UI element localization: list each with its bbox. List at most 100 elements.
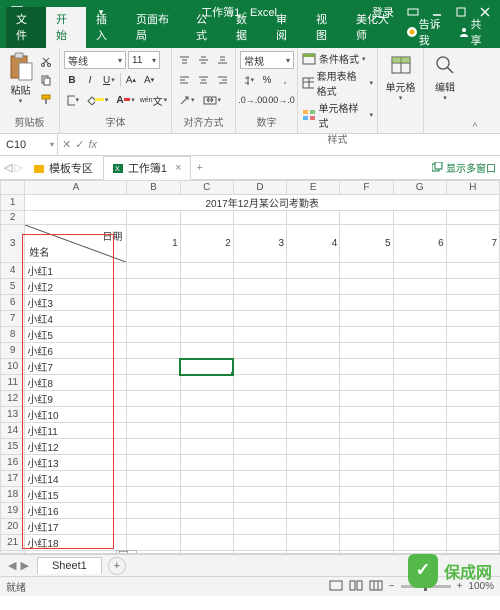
edit-button[interactable]: 编辑 ▾ — [428, 50, 462, 102]
row-header[interactable]: 18 — [1, 487, 25, 503]
row-header[interactable]: 3 — [1, 225, 25, 263]
name-cell[interactable]: 小红12 — [25, 439, 127, 455]
cell[interactable] — [233, 327, 286, 343]
name-cell[interactable]: 小红19 — [25, 551, 127, 555]
conditional-format-button[interactable]: 条件格式▾ — [302, 50, 373, 67]
cell[interactable] — [233, 311, 286, 327]
cell[interactable] — [127, 295, 180, 311]
cell[interactable] — [180, 535, 233, 551]
cell[interactable] — [180, 471, 233, 487]
cell[interactable] — [233, 487, 286, 503]
font-color-button[interactable]: A — [113, 91, 137, 109]
row-header[interactable]: 21 — [1, 535, 25, 551]
row-header[interactable]: 11 — [1, 375, 25, 391]
align-right-button[interactable] — [214, 71, 231, 89]
underline-button[interactable]: U — [100, 71, 118, 89]
cell[interactable] — [233, 295, 286, 311]
col-header[interactable]: E — [287, 181, 340, 195]
cell[interactable] — [127, 503, 180, 519]
cell[interactable] — [287, 503, 340, 519]
italic-button[interactable]: I — [82, 71, 98, 89]
new-tab-icon[interactable]: + — [193, 162, 207, 174]
cell[interactable] — [287, 519, 340, 535]
cell[interactable] — [287, 343, 340, 359]
cell[interactable] — [446, 503, 499, 519]
cell[interactable] — [127, 471, 180, 487]
cell[interactable] — [393, 211, 446, 225]
templates-tab[interactable]: 模板专区 — [25, 157, 101, 179]
cell[interactable] — [180, 375, 233, 391]
name-cell[interactable]: 小红11 — [25, 423, 127, 439]
cell[interactable] — [446, 279, 499, 295]
cells-button[interactable]: 单元格 ▾ — [382, 50, 419, 102]
cell[interactable] — [127, 407, 180, 423]
cell[interactable] — [287, 375, 340, 391]
cell[interactable] — [393, 551, 446, 555]
cell[interactable] — [233, 503, 286, 519]
zoom-out-icon[interactable]: − — [389, 581, 395, 592]
sheet-nav-prev-icon[interactable]: ◀ — [8, 559, 16, 572]
row-header[interactable]: 8 — [1, 327, 25, 343]
cell[interactable] — [446, 375, 499, 391]
cell[interactable] — [393, 327, 446, 343]
nav-forward-icon[interactable]: ▷ — [14, 161, 22, 174]
cell[interactable] — [393, 471, 446, 487]
name-cell[interactable]: 小红17 — [25, 519, 127, 535]
decrease-decimal-button[interactable]: .00→.0 — [268, 91, 294, 109]
paste-button[interactable]: 粘贴 ▾ — [4, 50, 37, 108]
cell[interactable] — [446, 311, 499, 327]
cell[interactable] — [446, 455, 499, 471]
align-top-button[interactable] — [176, 51, 193, 69]
cancel-fx-icon[interactable]: ✕ — [62, 138, 71, 151]
tab-beautify[interactable]: 美化大师 — [346, 7, 406, 48]
zoom-level[interactable]: 100% — [468, 581, 494, 592]
cell[interactable] — [287, 311, 340, 327]
zoom-in-icon[interactable]: + — [457, 581, 463, 592]
cell[interactable] — [393, 503, 446, 519]
cell[interactable] — [393, 519, 446, 535]
tab-review[interactable]: 审阅 — [266, 7, 306, 48]
tab-file[interactable]: 文件 — [6, 7, 46, 48]
cell[interactable] — [340, 359, 393, 375]
cell[interactable] — [180, 551, 233, 555]
row-header[interactable]: 1 — [1, 195, 25, 211]
view-normal-icon[interactable] — [329, 580, 343, 594]
cell[interactable] — [446, 519, 499, 535]
name-cell[interactable]: 小红14 — [25, 471, 127, 487]
row-header[interactable]: 13 — [1, 407, 25, 423]
cell[interactable] — [287, 295, 340, 311]
tab-layout[interactable]: 页面布局 — [126, 7, 186, 48]
name-cell[interactable]: 小红5 — [25, 327, 127, 343]
row-header[interactable]: 22 — [1, 551, 25, 555]
cell[interactable] — [340, 535, 393, 551]
cell[interactable] — [446, 535, 499, 551]
border-button[interactable] — [64, 91, 82, 109]
name-cell[interactable]: 小红3 — [25, 295, 127, 311]
row-header[interactable]: 19 — [1, 503, 25, 519]
cell[interactable] — [180, 279, 233, 295]
cell[interactable] — [127, 263, 180, 279]
cell[interactable] — [446, 439, 499, 455]
cell[interactable] — [233, 551, 286, 555]
spreadsheet-grid[interactable]: A B C D E F G H 12017年12月某公司考勤表23日期姓名123… — [0, 180, 500, 554]
cell[interactable] — [287, 211, 340, 225]
name-cell[interactable]: 小红7 — [25, 359, 127, 375]
cell[interactable] — [446, 359, 499, 375]
cell[interactable] — [340, 279, 393, 295]
cell[interactable] — [393, 343, 446, 359]
cell[interactable] — [393, 407, 446, 423]
cell[interactable] — [393, 439, 446, 455]
cell[interactable] — [340, 471, 393, 487]
cell[interactable] — [127, 487, 180, 503]
cell[interactable] — [393, 375, 446, 391]
cell[interactable] — [233, 375, 286, 391]
align-left-button[interactable] — [176, 71, 193, 89]
tab-view[interactable]: 视图 — [306, 7, 346, 48]
row-header[interactable]: 12 — [1, 391, 25, 407]
cell[interactable] — [127, 535, 180, 551]
cell[interactable] — [340, 295, 393, 311]
row-header[interactable]: 10 — [1, 359, 25, 375]
name-cell[interactable]: 小红8 — [25, 375, 127, 391]
name-box[interactable]: C10▾ — [0, 134, 58, 155]
cell[interactable] — [233, 211, 286, 225]
